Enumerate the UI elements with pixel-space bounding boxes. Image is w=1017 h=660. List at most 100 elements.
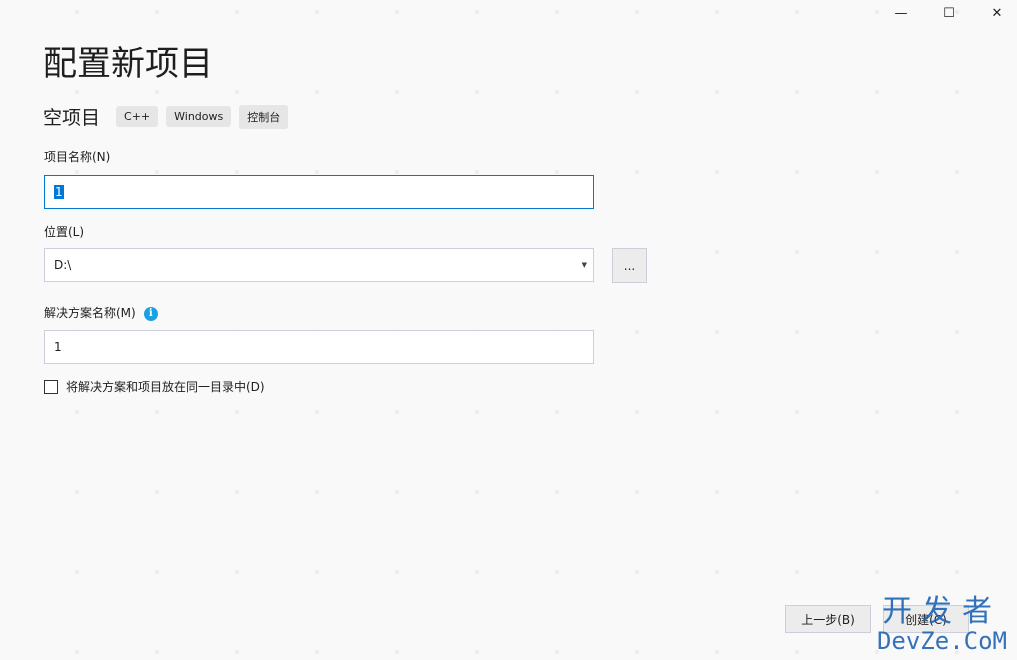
background-dot	[794, 409, 800, 415]
background-dot	[474, 489, 480, 495]
background-dot	[634, 569, 640, 575]
background-dot	[314, 169, 320, 175]
background-dot	[874, 89, 880, 95]
background-dot	[874, 249, 880, 255]
background-dot	[554, 169, 560, 175]
background-dot	[714, 409, 720, 415]
background-dot	[314, 9, 320, 15]
background-dot	[474, 169, 480, 175]
solution-name-value: 1	[54, 340, 62, 354]
background-dot	[634, 89, 640, 95]
background-dot	[954, 569, 960, 575]
background-dot	[874, 329, 880, 335]
background-dot	[554, 409, 560, 415]
project-name-input[interactable]: 1	[44, 175, 594, 209]
background-dot	[154, 409, 160, 415]
background-dot	[554, 9, 560, 15]
background-dot	[714, 169, 720, 175]
background-dot	[714, 9, 720, 15]
project-name-value: 1	[54, 185, 64, 199]
watermark-logo: 开发者 DevZe.CoM	[876, 594, 1007, 655]
watermark-line-1: 开发者	[881, 594, 1002, 629]
minimize-button[interactable]: —	[878, 0, 924, 26]
background-dot	[874, 409, 880, 415]
background-dot	[794, 89, 800, 95]
template-name: 空项目	[43, 107, 101, 129]
background-dot	[74, 649, 80, 655]
background-dot	[714, 89, 720, 95]
background-dot	[954, 249, 960, 255]
background-dot	[394, 569, 400, 575]
template-summary: 空项目 C++ Windows 控制台	[43, 103, 289, 130]
solution-name-label-row: 解决方案名称(M) i	[44, 304, 158, 321]
background-dot	[154, 569, 160, 575]
background-dot	[794, 329, 800, 335]
background-dot	[634, 329, 640, 335]
background-dot	[794, 649, 800, 655]
background-dot	[234, 9, 240, 15]
tag-project-type: 控制台	[239, 104, 289, 129]
background-dot	[154, 9, 160, 15]
background-dot	[314, 489, 320, 495]
background-dot	[314, 649, 320, 655]
background-dot	[634, 649, 640, 655]
close-icon: ✕	[991, 5, 1003, 21]
browse-button[interactable]: ...	[612, 248, 647, 283]
location-value: D:\	[54, 258, 72, 272]
background-dot	[714, 329, 720, 335]
tag-language: C++	[116, 106, 159, 127]
background-dot	[554, 569, 560, 575]
same-directory-option[interactable]: 将解决方案和项目放在同一目录中(D)	[44, 378, 265, 395]
solution-name-label: 解决方案名称(M)	[44, 306, 136, 320]
background-dot	[474, 649, 480, 655]
project-name-label: 项目名称(N)	[44, 150, 111, 164]
close-button[interactable]: ✕	[974, 0, 1017, 26]
minimize-icon: —	[894, 5, 908, 21]
watermark-line-2: DevZe.CoM	[876, 627, 1007, 655]
background-dot	[234, 489, 240, 495]
background-dot	[794, 9, 800, 15]
maximize-button[interactable]: ☐	[926, 0, 972, 26]
background-dot	[874, 169, 880, 175]
background-dot	[314, 569, 320, 575]
background-dot	[954, 89, 960, 95]
chevron-down-icon[interactable]: ▼	[582, 261, 587, 269]
background-dot	[794, 569, 800, 575]
background-dot	[154, 89, 160, 95]
background-dot	[74, 9, 80, 15]
background-dot	[394, 649, 400, 655]
background-dot	[794, 249, 800, 255]
background-dot	[474, 9, 480, 15]
background-dot	[554, 489, 560, 495]
background-dot	[74, 169, 80, 175]
background-dot	[714, 249, 720, 255]
background-dot	[954, 329, 960, 335]
background-dot	[234, 409, 240, 415]
background-dot	[954, 409, 960, 415]
background-dot	[554, 649, 560, 655]
background-dot	[314, 89, 320, 95]
info-icon[interactable]: i	[143, 306, 158, 321]
background-dot	[394, 169, 400, 175]
background-dot	[714, 569, 720, 575]
background-dot	[154, 169, 160, 175]
background-dot	[634, 9, 640, 15]
background-dot	[314, 409, 320, 415]
background-dot	[394, 409, 400, 415]
background-dot	[794, 169, 800, 175]
background-dot	[474, 569, 480, 575]
background-dot	[714, 489, 720, 495]
location-combobox[interactable]: D:\ ▼	[44, 248, 594, 282]
background-dot	[954, 489, 960, 495]
background-dot	[714, 649, 720, 655]
background-dot	[154, 649, 160, 655]
back-button[interactable]: 上一步(B)	[785, 605, 871, 633]
background-dot	[634, 169, 640, 175]
background-dot	[394, 89, 400, 95]
background-dot	[234, 169, 240, 175]
same-directory-checkbox[interactable]	[44, 379, 58, 394]
background-dot	[234, 569, 240, 575]
background-dot	[394, 489, 400, 495]
background-dot	[634, 489, 640, 495]
solution-name-input[interactable]: 1	[44, 330, 594, 364]
